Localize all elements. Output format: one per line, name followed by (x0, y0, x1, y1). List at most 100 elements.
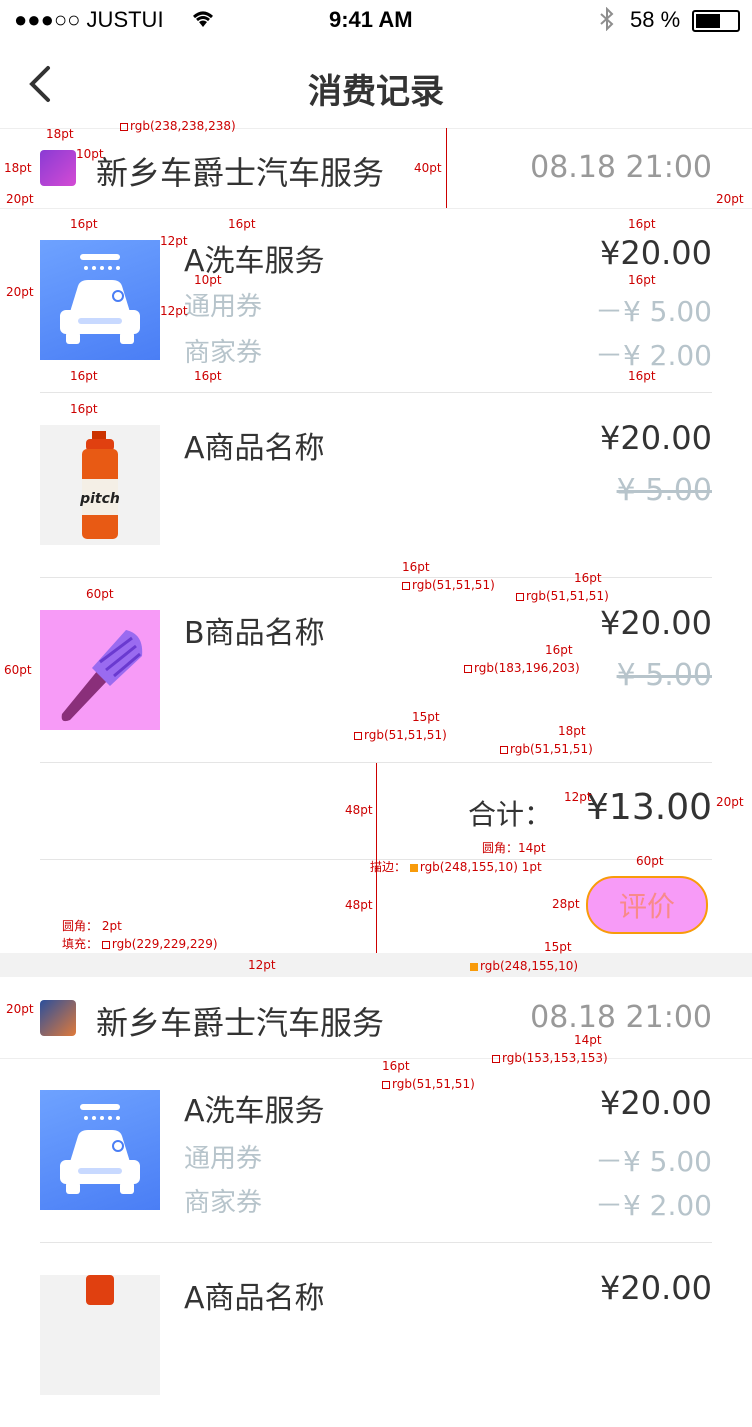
annotation-size: 60pt (4, 663, 32, 677)
annotation-color: rgb(248,155,10) (470, 959, 578, 973)
annotation-size: 16pt (574, 571, 602, 585)
list-item[interactable]: pitch A商品名称 ¥20.00 ¥ 5.00 (40, 393, 712, 578)
item-title: A商品名称 (184, 1281, 325, 1316)
total-value: ¥13.00 (586, 787, 712, 828)
original-price: ¥ 5.00 (616, 658, 712, 693)
carrier-signal: ●●●○○ JUSTUI (14, 7, 164, 32)
annotation-size: 18pt (46, 127, 74, 141)
product-thumbnail (40, 610, 160, 730)
annotation-size: 16pt (70, 217, 98, 231)
annotation-size: 15pt (412, 710, 440, 724)
item-title: A商品名称 (184, 431, 325, 466)
item-price: ¥20.00 (600, 234, 712, 272)
order-time: 08.18 21:00 (530, 1000, 712, 1035)
status-bar: ●●●○○ JUSTUI 9:41 AM 58 % (0, 0, 752, 40)
wifi-icon (190, 7, 216, 35)
annotation-size: 12pt (248, 958, 276, 972)
annotation-line (446, 128, 447, 208)
annotation-size: 16pt (628, 217, 656, 231)
coupon-label: 通用券 (184, 292, 263, 322)
battery-percent: 58 % (630, 7, 681, 32)
annotation-radius: 圆角：14pt (482, 841, 546, 855)
list-item[interactable]: A商品名称 ¥20.00 (40, 1243, 712, 1427)
annotation-size: 48pt (345, 803, 373, 817)
annotation-color: rgb(51,51,51) (516, 589, 609, 603)
spray-can-icon: pitch (79, 431, 120, 539)
annotation-radius: 圆角： 2pt (62, 919, 122, 933)
coupon-amount: －¥ 5.00 (594, 295, 712, 328)
annotation-size: 12pt (564, 790, 592, 804)
item-title: A洗车服务 (184, 1094, 325, 1129)
list-item[interactable]: A洗车服务 ¥20.00 通用券 －¥ 5.00 商家券 －¥ 2.00 (40, 1058, 712, 1243)
brush-icon (61, 630, 143, 722)
order-time: 08.18 21:00 (530, 150, 712, 185)
coupon-label: 商家券 (184, 338, 263, 368)
shop-name: 新乡车爵士汽车服务 (96, 154, 385, 192)
annotation-size: 20pt (6, 1002, 34, 1016)
annotation-size: 18pt (558, 724, 586, 738)
annotation-color: rgb(51,51,51) (402, 578, 495, 592)
annotation-size: 16pt (228, 217, 256, 231)
annotation-size: 18pt (4, 161, 32, 175)
spray-can-icon (86, 1275, 114, 1305)
page-title: 消费记录 (308, 72, 444, 112)
annotation-size: 48pt (345, 898, 373, 912)
annotation-size: 10pt (194, 273, 222, 287)
annotation-size: 20pt (716, 795, 744, 809)
shop-name: 新乡车爵士汽车服务 (96, 1004, 385, 1042)
item-price: ¥20.00 (600, 604, 712, 642)
annotation-size: 12pt (160, 304, 188, 318)
product-thumbnail: pitch (40, 425, 160, 545)
original-price: ¥ 5.00 (616, 473, 712, 508)
shop-header[interactable]: 新乡车爵士汽车服务 08.18 21:00 (0, 128, 752, 209)
annotation-size: 16pt (70, 369, 98, 383)
annotation-size: 60pt (636, 854, 664, 868)
annotation-size: 16pt (402, 560, 430, 574)
annotation-size: 20pt (6, 192, 34, 206)
item-price: ¥20.00 (600, 419, 712, 457)
annotation-size: 15pt (544, 940, 572, 954)
annotation-size: 10pt (76, 147, 104, 161)
coupon-label: 通用券 (184, 1144, 263, 1174)
annotation-size: 12pt (160, 234, 188, 248)
total-label: 合计： (467, 798, 552, 831)
shop-logo (40, 1000, 76, 1036)
annotation-color: rgb(153,153,153) (492, 1051, 608, 1065)
annotation-size: 40pt (414, 161, 442, 175)
shop-logo (40, 150, 76, 186)
list-item[interactable]: A洗车服务 ¥20.00 通用券 －¥ 5.00 商家券 －¥ 2.00 (40, 208, 712, 393)
svg-text:pitch: pitch (79, 491, 120, 507)
coupon-amount: －¥ 2.00 (594, 339, 712, 372)
navigation-bar: 消费记录 (0, 40, 752, 129)
review-button[interactable]: 评价 (586, 876, 708, 934)
battery-icon (692, 10, 740, 32)
coupon-label: 商家券 (184, 1188, 263, 1218)
car-wash-icon (60, 1104, 140, 1194)
annotation-color: rgb(51,51,51) (382, 1077, 475, 1091)
coupon-amount: －¥ 5.00 (594, 1145, 712, 1178)
item-price: ¥20.00 (600, 1269, 712, 1307)
annotation-size: 16pt (70, 402, 98, 416)
annotation-size: 20pt (716, 192, 744, 206)
annotation-color: rgb(51,51,51) (354, 728, 447, 742)
annotation-size: 14pt (574, 1033, 602, 1047)
annotation-size: 16pt (545, 643, 573, 657)
shop-header[interactable]: 新乡车爵士汽车服务 08.18 21:00 (0, 978, 752, 1059)
car-wash-thumbnail (40, 240, 160, 360)
annotation-stroke: 描边： rgb(248,155,10) 1pt (370, 860, 542, 874)
annotation-size: 28pt (552, 897, 580, 911)
item-title: B商品名称 (184, 616, 325, 651)
clock: 9:41 AM (329, 7, 413, 32)
product-thumbnail (40, 1275, 160, 1395)
annotation-color: rgb(238,238,238) (120, 119, 236, 133)
section-gap (0, 953, 752, 977)
car-wash-icon (60, 254, 140, 344)
annotation-size: 16pt (382, 1059, 410, 1073)
annotation-size: 16pt (628, 369, 656, 383)
annotation-size: 16pt (628, 273, 656, 287)
annotation-fill: 填充： rgb(229,229,229) (62, 937, 218, 951)
annotation-size: 20pt (6, 285, 34, 299)
annotation-size: 16pt (194, 369, 222, 383)
annotation-size: 60pt (86, 587, 114, 601)
bluetooth-icon (598, 6, 616, 37)
